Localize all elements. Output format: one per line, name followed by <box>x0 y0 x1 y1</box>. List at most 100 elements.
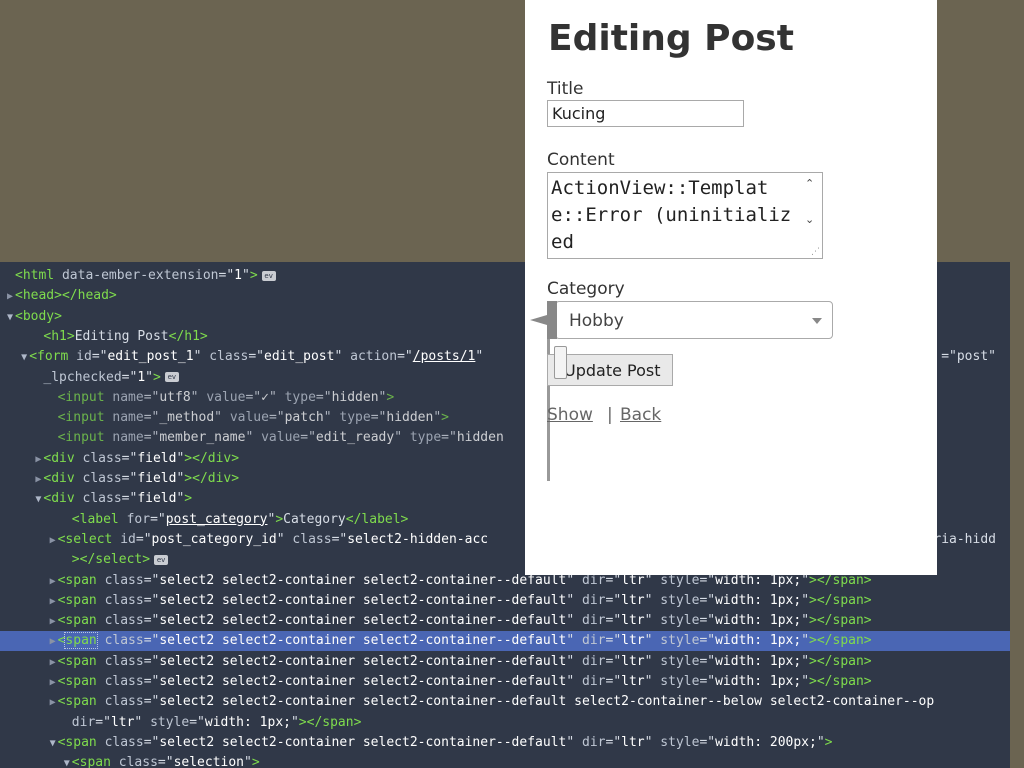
dom-token: class <box>209 349 249 365</box>
dom-token: value <box>206 389 246 405</box>
collapse-triangle-icon[interactable]: ▶ <box>48 612 58 632</box>
dom-token: =" <box>95 714 111 730</box>
dom-token: </label> <box>345 511 409 527</box>
drag-handle[interactable] <box>554 346 567 379</box>
dom-token: =" <box>370 410 387 426</box>
show-link[interactable]: Show <box>547 405 593 425</box>
content-label: Content <box>547 150 615 170</box>
dom-token: ></span> <box>809 653 872 669</box>
dom-token: ltr <box>621 613 645 629</box>
category-select[interactable]: Hobby <box>555 301 833 339</box>
link-separator: | <box>607 405 613 425</box>
dom-token: 1 <box>234 268 242 283</box>
event-badge[interactable]: ev <box>261 270 276 281</box>
collapse-triangle-icon[interactable]: ▶ <box>5 287 15 307</box>
collapse-triangle-icon[interactable]: ▶ <box>48 531 58 551</box>
dom-token: id <box>76 349 92 365</box>
dom-token: " <box>242 268 250 283</box>
expand-triangle-icon[interactable]: ▼ <box>62 754 72 768</box>
dom-token: ltr <box>621 653 645 669</box>
textarea-scrollbar[interactable]: ⌃ ⌄ <box>800 173 822 235</box>
expand-triangle-icon[interactable]: ▼ <box>48 734 58 754</box>
dom-token: class <box>104 592 144 608</box>
expand-triangle-icon[interactable]: ▼ <box>33 490 43 510</box>
dom-token: " <box>566 613 583 629</box>
dom-token: ></span> <box>809 592 872 608</box>
dom-tree-line[interactable]: ▶ <span class="select2 select2-container … <box>0 692 1010 712</box>
scroll-up-icon[interactable]: ⌃ <box>805 177 814 190</box>
collapse-triangle-icon[interactable]: ▶ <box>48 572 58 592</box>
collapse-triangle-icon[interactable]: ▶ <box>48 653 58 673</box>
dom-token: =" <box>143 674 160 689</box>
dom-token: <span <box>71 755 119 768</box>
dom-tree-line[interactable]: ▼ <span class="selection"> <box>0 753 1010 768</box>
dom-tree-line[interactable]: ▼ <span class="select2 select2-container … <box>0 733 1010 753</box>
dom-token: " <box>801 633 810 649</box>
dom-token: width: 1px; <box>715 592 802 608</box>
collapse-triangle-icon[interactable]: ▶ <box>48 592 58 612</box>
dom-token: utf8 <box>159 389 191 405</box>
expand-triangle-icon[interactable]: ▼ <box>19 348 29 368</box>
dom-token: class <box>292 531 332 547</box>
dom-tree-line[interactable]: ▶ <span class="select2 select2-container … <box>0 591 1010 611</box>
collapse-triangle-icon[interactable]: ▶ <box>48 632 58 652</box>
dom-token: =" <box>605 592 622 608</box>
dom-token: =" <box>143 592 160 608</box>
event-badge[interactable]: ev <box>154 554 169 565</box>
dom-token: select2 select2-container select2-contai… <box>159 592 567 608</box>
dom-token: <head></head> <box>15 288 117 304</box>
dom-tree-line[interactable]: ▶ <span class="select2 select2-container … <box>0 611 1010 631</box>
dom-token: edit_post <box>264 349 335 365</box>
dom-token: " <box>244 755 252 768</box>
dom-token: width: 1px; <box>715 633 802 649</box>
dom-token: =" <box>143 613 160 629</box>
dom-token: field <box>137 450 177 466</box>
dom-token: " <box>801 613 810 629</box>
dom-token: data-ember-extension <box>61 268 219 283</box>
dom-tree-line[interactable]: dir="ltr" style="width: 1px;"></span> <box>0 713 1010 733</box>
dom-token: =" <box>218 268 235 283</box>
dom-tree-line[interactable]: ▶ <span class="select2 select2-container … <box>0 652 1010 672</box>
dom-token: " <box>801 653 810 669</box>
dom-token: =" <box>699 734 716 750</box>
dom-token-tail: ="post" <box>941 349 996 365</box>
category-selected-value: Hobby <box>569 311 624 331</box>
dom-token: " <box>644 592 661 608</box>
collapse-triangle-icon[interactable]: ▶ <box>33 470 43 490</box>
dom-token: =" <box>121 471 138 486</box>
dom-token: dir <box>582 674 606 689</box>
title-input[interactable] <box>547 100 744 127</box>
dom-token: patch <box>284 410 324 426</box>
collapse-triangle-icon[interactable]: ▶ <box>48 673 58 693</box>
dom-token: for <box>126 511 151 527</box>
dom-token: =" <box>331 531 348 547</box>
collapse-triangle-icon[interactable]: ▶ <box>33 450 43 470</box>
dom-token: class <box>104 674 144 689</box>
dom-token: class <box>82 491 122 507</box>
dom-tree-line[interactable]: ▶ <span class="select2 select2-container … <box>0 672 1010 692</box>
dom-token: value <box>261 430 301 446</box>
dom-token: type <box>284 389 316 405</box>
dom-token: ></div> <box>184 471 240 486</box>
dom-token: " <box>566 674 583 689</box>
dom-token: edit_ready <box>315 430 395 446</box>
dom-token: edit_post_1 <box>107 349 194 365</box>
event-badge[interactable]: ev <box>164 372 179 382</box>
dom-token: " <box>268 389 285 405</box>
resize-grip-icon[interactable]: ⋰ <box>811 247 820 257</box>
expand-triangle-icon[interactable]: ▼ <box>5 308 15 328</box>
dom-tree-line[interactable]: ▶ <span class="select2 select2-container … <box>0 631 1010 652</box>
dom-token: =" <box>157 755 174 768</box>
dom-token: > <box>249 268 258 283</box>
dom-token: select2 select2-container select2-contai… <box>159 653 567 669</box>
content-textarea[interactable]: ActionView::Template::Error (uninitializ… <box>547 172 823 259</box>
dom-token: > <box>275 511 284 527</box>
dom-token: > <box>441 410 449 426</box>
back-link[interactable]: Back <box>620 405 661 425</box>
dom-token: " <box>801 674 810 689</box>
dom-token: field <box>137 471 177 486</box>
category-label: Category <box>547 279 625 299</box>
dom-token: class <box>104 633 144 649</box>
scroll-down-icon[interactable]: ⌄ <box>805 213 814 226</box>
collapse-triangle-icon[interactable]: ▶ <box>48 693 58 713</box>
